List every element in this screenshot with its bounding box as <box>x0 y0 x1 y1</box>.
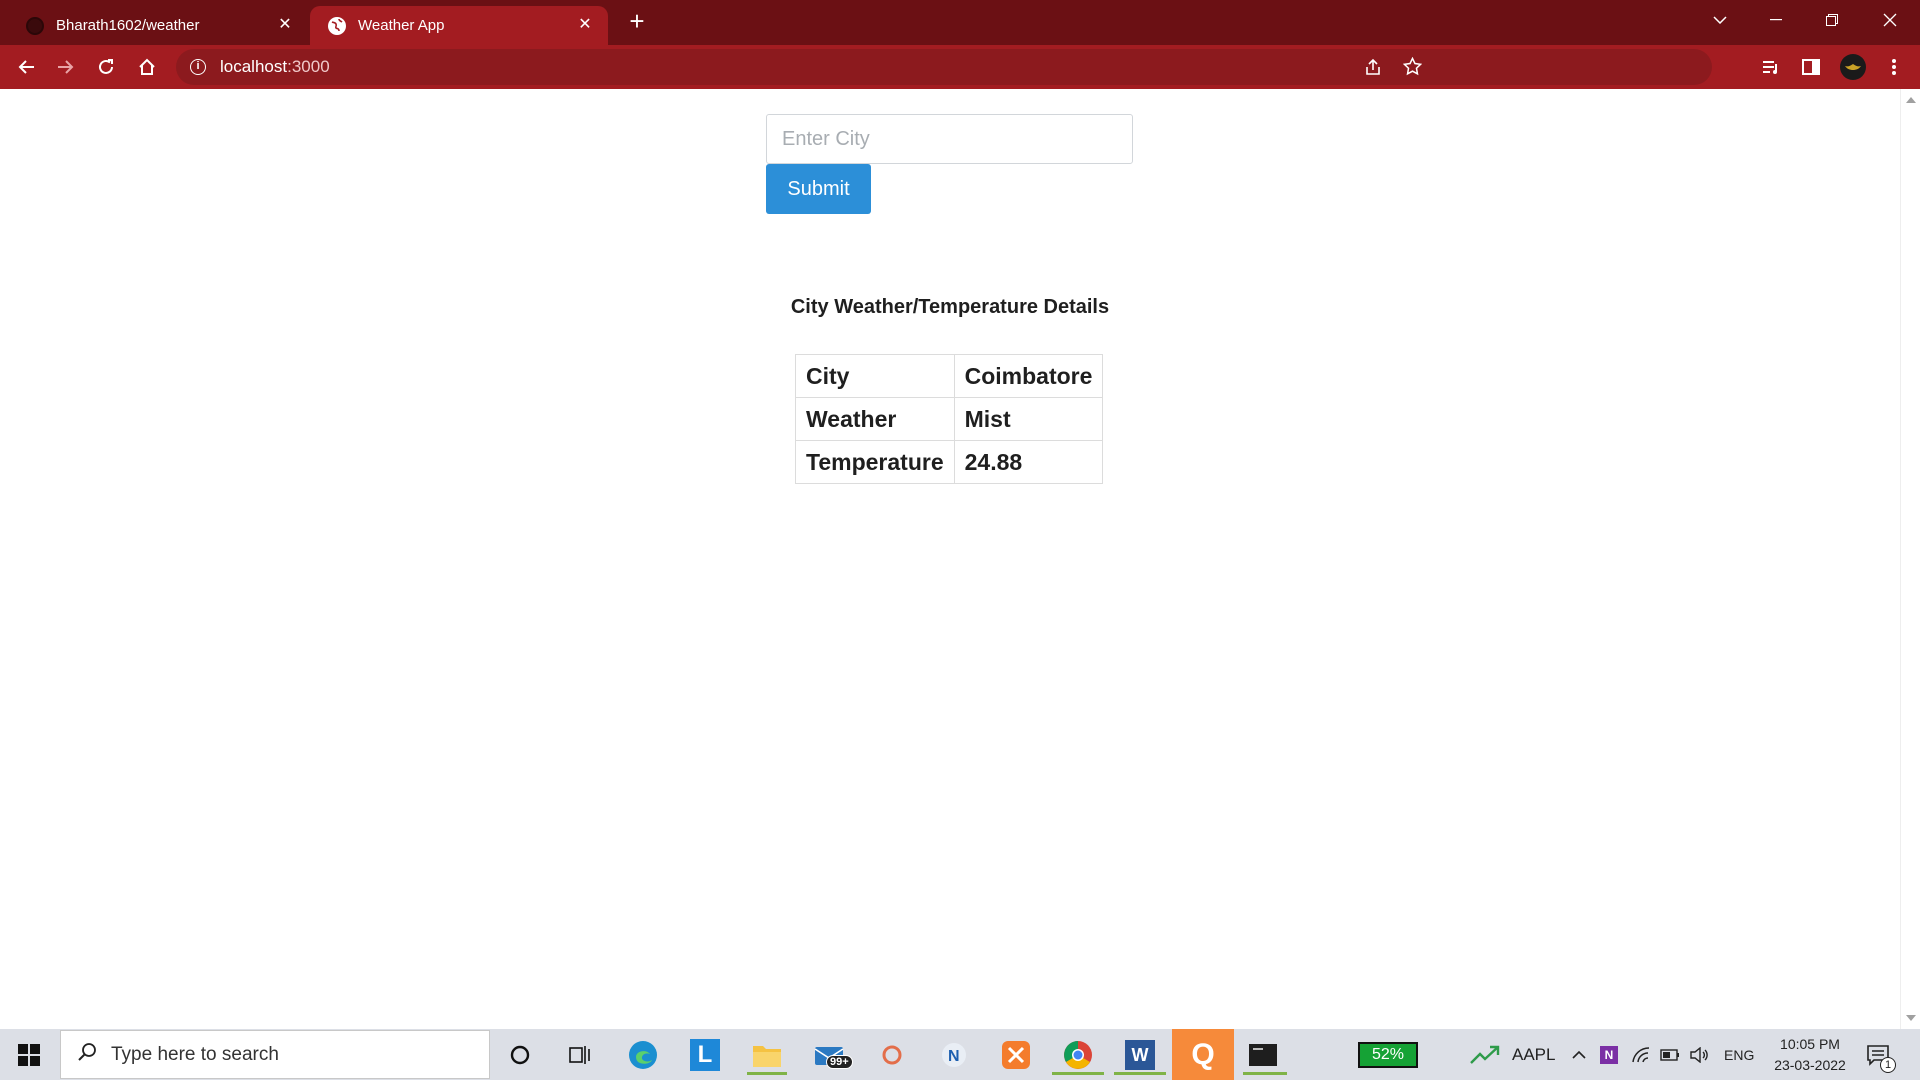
running-indicator <box>1052 1072 1104 1075</box>
github-icon <box>26 16 44 35</box>
browser-toolbar: i localhost:3000 <box>0 45 1920 89</box>
weather-details-table: City Coimbatore Weather Mist Temperature… <box>795 354 1104 484</box>
tab-github[interactable]: Bharath1602/weather ✕ <box>8 6 308 45</box>
stock-widget[interactable]: AAPL <box>1470 1029 1555 1080</box>
city-input[interactable] <box>766 114 1133 164</box>
forward-icon[interactable] <box>50 51 82 83</box>
row-value: Coimbatore <box>953 354 1104 398</box>
page-scrollbar[interactable] <box>1900 89 1920 1029</box>
running-indicator <box>747 1072 787 1075</box>
mail-badge: 99+ <box>826 1055 853 1069</box>
onenote-icon[interactable]: N <box>1600 1029 1618 1080</box>
table-row: Temperature 24.88 <box>795 440 1104 484</box>
q-app-icon[interactable]: Q <box>1172 1029 1234 1080</box>
globe-icon <box>328 16 346 35</box>
xampp-icon[interactable] <box>996 1035 1036 1075</box>
search-icon <box>77 1042 97 1067</box>
running-indicator <box>1243 1072 1287 1075</box>
reading-list-icon[interactable] <box>1755 51 1787 83</box>
search-placeholder: Type here to search <box>111 1043 279 1065</box>
system-clock[interactable]: 10:05 PM 23-03-2022 <box>1765 1034 1855 1076</box>
running-indicator <box>1114 1072 1166 1075</box>
address-bar[interactable]: i localhost:3000 <box>176 49 1712 85</box>
svg-text:N: N <box>948 1048 960 1065</box>
chrome-icon[interactable] <box>1052 1035 1104 1075</box>
submit-button[interactable]: Submit <box>766 164 871 214</box>
side-panel-icon[interactable] <box>1795 51 1827 83</box>
language-indicator[interactable]: ENG <box>1724 1029 1754 1080</box>
l-app-icon[interactable]: L <box>685 1035 725 1075</box>
windows-start-icon[interactable] <box>0 1029 58 1080</box>
notifications-icon[interactable]: 1 <box>1866 1029 1896 1080</box>
stock-symbol: AAPL <box>1512 1044 1556 1064</box>
close-window-button[interactable] <box>1864 0 1916 40</box>
notification-count: 1 <box>1880 1057 1896 1073</box>
wifi-icon[interactable] <box>1632 1029 1650 1080</box>
row-key: Temperature <box>795 440 955 484</box>
tab-search-icon[interactable] <box>1694 0 1746 40</box>
stock-trend-icon <box>1470 1045 1500 1064</box>
row-value: Mist <box>953 397 1104 441</box>
site-info-icon[interactable]: i <box>190 59 206 75</box>
back-icon[interactable] <box>10 51 42 83</box>
mail-icon[interactable]: 99+ <box>810 1035 853 1075</box>
home-icon[interactable] <box>131 51 163 83</box>
profile-avatar[interactable] <box>1837 51 1869 83</box>
tab-strip: Bharath1602/weather ✕ Weather App ✕ + <box>0 0 1920 45</box>
tray-chevron-icon[interactable] <box>1572 1029 1586 1080</box>
row-key: City <box>795 354 955 398</box>
clock-date: 23-03-2022 <box>1774 1057 1846 1073</box>
battery-percent: 52% <box>1358 1041 1419 1068</box>
volume-icon[interactable] <box>1690 1029 1710 1080</box>
share-icon[interactable] <box>1364 58 1382 81</box>
reload-icon[interactable] <box>90 51 122 83</box>
task-view-icon[interactable] <box>560 1035 600 1075</box>
page-content: Submit City Weather/Temperature Details … <box>0 89 1900 1029</box>
app-icon-n[interactable]: N <box>934 1035 974 1075</box>
table-row: City Coimbatore <box>795 354 1104 398</box>
restore-button[interactable] <box>1806 0 1858 40</box>
close-tab-icon[interactable]: ✕ <box>576 16 594 34</box>
details-title: City Weather/Temperature Details <box>790 296 1110 318</box>
address-url: localhost:3000 <box>220 57 330 76</box>
row-key: Weather <box>795 397 955 441</box>
battery-icon[interactable] <box>1660 1029 1680 1080</box>
clock-time: 10:05 PM <box>1780 1036 1840 1052</box>
bookmark-star-icon[interactable] <box>1402 56 1423 81</box>
table-row: Weather Mist <box>795 397 1104 441</box>
taskbar: Type here to search L 99+ N W Q 52% AAPL… <box>0 1029 1920 1080</box>
scroll-down-arrow-icon[interactable] <box>1906 1015 1916 1021</box>
tab-weather-app[interactable]: Weather App ✕ <box>310 6 608 45</box>
taskbar-search[interactable]: Type here to search <box>60 1030 490 1079</box>
minimize-button[interactable] <box>1750 0 1802 40</box>
file-explorer-icon[interactable] <box>747 1035 787 1075</box>
tab-title: Weather App <box>358 17 445 34</box>
row-value: 24.88 <box>953 440 1104 484</box>
word-icon[interactable]: W <box>1114 1035 1166 1075</box>
menu-dots-icon[interactable] <box>1878 51 1910 83</box>
edge-icon[interactable] <box>623 1035 663 1075</box>
close-tab-icon[interactable]: ✕ <box>276 16 294 34</box>
battery-meter[interactable]: 52% <box>1358 1029 1419 1080</box>
scroll-up-arrow-icon[interactable] <box>1906 97 1916 103</box>
terminal-icon[interactable] <box>1243 1035 1287 1075</box>
new-tab-button[interactable]: + <box>624 8 650 35</box>
app-icon-a[interactable] <box>872 1035 912 1075</box>
cortana-icon[interactable] <box>500 1035 540 1075</box>
tab-title: Bharath1602/weather <box>56 17 200 34</box>
